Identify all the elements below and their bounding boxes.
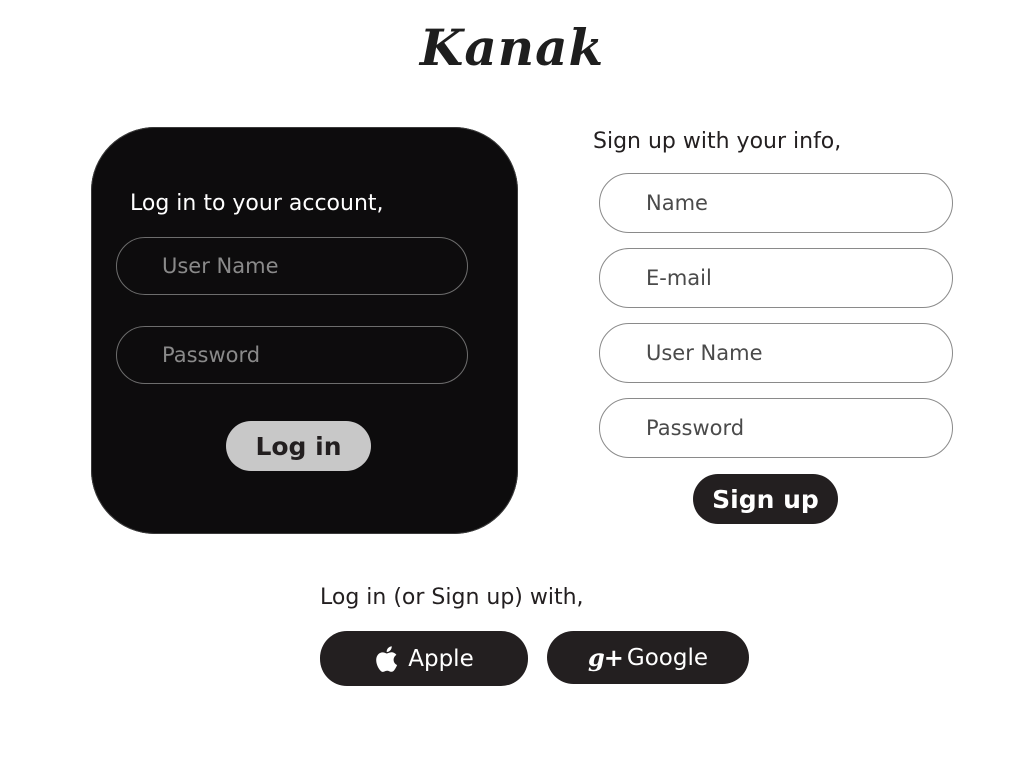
login-button[interactable]: Log in [226, 421, 371, 471]
brand-logo: Kanak [419, 18, 605, 77]
signup-username-input[interactable] [599, 323, 953, 383]
google-plus-icon: g+ [588, 643, 624, 672]
signup-email-input[interactable] [599, 248, 953, 308]
apple-label: Apple [408, 645, 474, 672]
auth-page: Kanak Log in to your account, Log in Sig… [0, 0, 1024, 768]
social-heading: Log in (or Sign up) with, [320, 585, 584, 610]
google-login-button[interactable]: g+ Google [547, 631, 749, 684]
login-password-input[interactable] [116, 326, 468, 384]
login-username-input[interactable] [116, 237, 468, 295]
signup-heading: Sign up with your info, [593, 129, 842, 154]
signup-password-input[interactable] [599, 398, 953, 458]
apple-icon [374, 645, 398, 673]
google-label: Google [626, 644, 708, 671]
login-card: Log in to your account, Log in [91, 127, 518, 534]
signup-button[interactable]: Sign up [693, 474, 838, 524]
login-heading: Log in to your account, [130, 191, 384, 216]
apple-login-button[interactable]: Apple [320, 631, 528, 686]
signup-name-input[interactable] [599, 173, 953, 233]
